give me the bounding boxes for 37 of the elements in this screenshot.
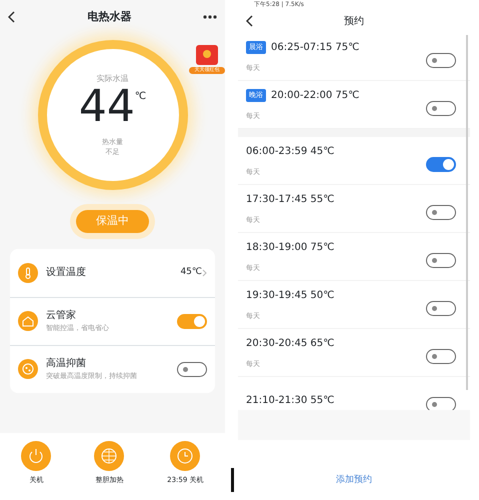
schedule-time: 21:10-21:30 55℃	[246, 394, 334, 408]
back-icon[interactable]	[246, 15, 254, 27]
schedule-time: 20:00-22:00 75℃	[271, 88, 360, 103]
temperature-unit: ℃	[134, 90, 146, 104]
add-schedule-link[interactable]: 添加预约	[336, 475, 372, 485]
page-title: 电热水器	[88, 8, 132, 25]
schedule-time: 06:00-23:59 45℃	[246, 144, 334, 159]
schedule-time: 20:30-20:45 65℃	[246, 336, 334, 351]
toggle-switch[interactable]	[177, 362, 207, 376]
temperature-value: 44	[78, 84, 135, 128]
cursor-bar	[231, 468, 234, 492]
more-icon[interactable]	[203, 15, 217, 19]
schedule-time: 18:30-19:00 75℃	[246, 240, 334, 255]
setting-title: 设置温度	[46, 266, 87, 280]
toggle-switch[interactable]	[426, 157, 456, 172]
toggle-switch[interactable]	[426, 101, 456, 116]
toggle-switch[interactable]	[426, 205, 456, 220]
toggle-switch[interactable]	[426, 349, 456, 364]
schedule-time: 06:25-07:15 75℃	[271, 40, 360, 55]
setting-title: 高温抑菌	[46, 356, 87, 372]
toggle-switch[interactable]	[426, 53, 456, 68]
gift-envelope-icon	[194, 42, 220, 67]
schedule-time: 19:30-19:45 50℃	[246, 288, 334, 303]
setting-title: 云管家	[46, 308, 77, 324]
toggle-switch[interactable]	[177, 314, 207, 328]
back-icon[interactable]	[8, 11, 16, 23]
schedule-time: 17:30-17:45 55℃	[246, 192, 334, 207]
house-icon	[18, 311, 38, 331]
chevron-right-icon	[202, 268, 207, 276]
thermometer-icon	[18, 262, 38, 282]
toggle-switch[interactable]	[426, 253, 456, 268]
toggle-switch[interactable]	[426, 301, 456, 316]
page-title: 预约	[344, 14, 364, 28]
temperature-label: 实际水温	[96, 72, 128, 84]
setting-value[interactable]: 45℃	[180, 266, 202, 280]
mode-badge: 保温中	[76, 210, 149, 232]
germ-icon	[18, 359, 38, 379]
